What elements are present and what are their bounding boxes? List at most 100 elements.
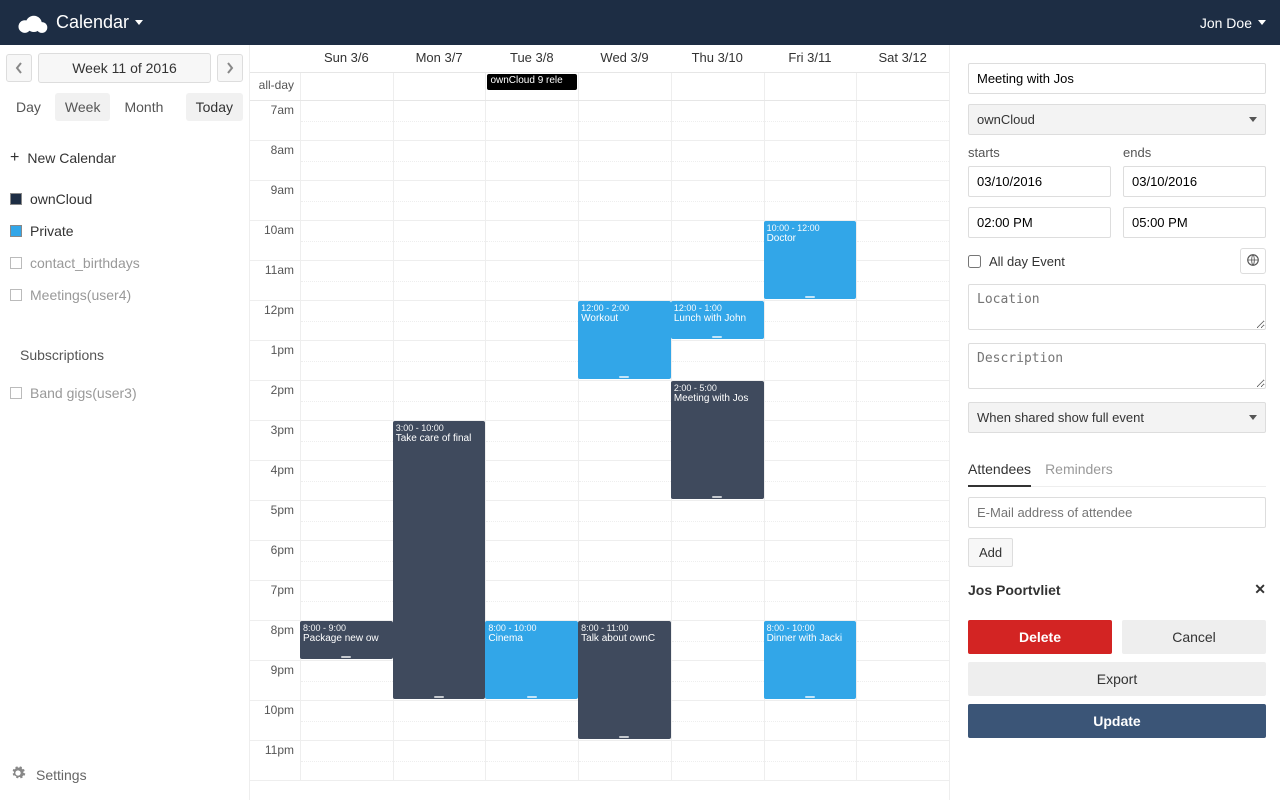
calendar-scroll[interactable]: 7am8am9am10am11am12pm1pm2pm3pm4pm5pm6pm7… (250, 101, 949, 781)
time-cell[interactable] (856, 101, 949, 140)
time-cell[interactable] (578, 421, 671, 460)
next-week-button[interactable] (217, 54, 243, 82)
new-calendar-button[interactable]: + New Calendar (6, 141, 243, 175)
calendar-event[interactable]: 3:00 - 10:00Take care of final (393, 421, 486, 699)
time-cell[interactable] (671, 621, 764, 660)
time-cell[interactable] (393, 181, 486, 220)
view-month[interactable]: Month (114, 93, 173, 121)
time-cell[interactable] (393, 221, 486, 260)
allday-cell[interactable] (393, 73, 486, 100)
time-cell[interactable] (764, 741, 857, 780)
time-cell[interactable] (764, 461, 857, 500)
delete-button[interactable]: Delete (968, 620, 1112, 654)
resize-handle[interactable] (619, 376, 629, 378)
time-cell[interactable] (856, 461, 949, 500)
calendar-event[interactable]: 10:00 - 12:00Doctor (764, 221, 857, 299)
time-cell[interactable] (578, 581, 671, 620)
time-cell[interactable] (671, 101, 764, 140)
allday-cell[interactable] (764, 73, 857, 100)
calendar-select[interactable]: ownCloud (968, 104, 1266, 135)
time-cell[interactable] (671, 741, 764, 780)
allday-cell[interactable] (856, 73, 949, 100)
time-cell[interactable] (856, 141, 949, 180)
time-cell[interactable] (671, 541, 764, 580)
allday-cell[interactable] (300, 73, 393, 100)
time-cell[interactable] (393, 701, 486, 740)
tab-attendees[interactable]: Attendees (968, 457, 1031, 487)
week-label[interactable]: Week 11 of 2016 (38, 53, 211, 83)
end-date-input[interactable] (1123, 166, 1266, 197)
time-cell[interactable] (300, 261, 393, 300)
time-cell[interactable] (671, 261, 764, 300)
time-cell[interactable] (578, 381, 671, 420)
resize-handle[interactable] (712, 496, 722, 498)
calendar-item[interactable]: ownCloud (6, 183, 243, 215)
owncloud-logo-icon[interactable] (14, 8, 50, 38)
resize-handle[interactable] (527, 696, 537, 698)
time-cell[interactable] (485, 341, 578, 380)
time-cell[interactable] (485, 541, 578, 580)
time-cell[interactable] (764, 701, 857, 740)
time-cell[interactable] (764, 181, 857, 220)
calendar-item[interactable]: Meetings(user4) (6, 279, 243, 311)
time-cell[interactable] (300, 741, 393, 780)
time-cell[interactable] (764, 501, 857, 540)
user-menu[interactable]: Jon Doe (1200, 15, 1266, 31)
event-title-input[interactable] (968, 63, 1266, 94)
time-cell[interactable] (764, 381, 857, 420)
time-cell[interactable] (393, 741, 486, 780)
time-cell[interactable] (300, 421, 393, 460)
calendar-event[interactable]: 8:00 - 9:00Package new ow (300, 621, 393, 659)
time-cell[interactable] (300, 501, 393, 540)
time-cell[interactable] (485, 461, 578, 500)
visibility-button[interactable] (1240, 248, 1266, 274)
time-cell[interactable] (393, 261, 486, 300)
allday-cell[interactable] (671, 73, 764, 100)
allday-cell[interactable]: ownCloud 9 rele (485, 73, 578, 100)
time-cell[interactable] (300, 661, 393, 700)
time-cell[interactable] (578, 141, 671, 180)
time-cell[interactable] (393, 341, 486, 380)
time-cell[interactable] (856, 701, 949, 740)
time-cell[interactable] (485, 741, 578, 780)
time-cell[interactable] (856, 661, 949, 700)
time-cell[interactable] (485, 301, 578, 340)
time-cell[interactable] (856, 501, 949, 540)
time-cell[interactable] (671, 341, 764, 380)
time-cell[interactable] (671, 701, 764, 740)
time-cell[interactable] (578, 501, 671, 540)
time-cell[interactable] (578, 541, 671, 580)
resize-handle[interactable] (434, 696, 444, 698)
time-cell[interactable] (764, 141, 857, 180)
time-cell[interactable] (764, 421, 857, 460)
time-cell[interactable] (856, 381, 949, 420)
time-cell[interactable] (856, 181, 949, 220)
time-cell[interactable] (578, 461, 671, 500)
share-visibility-select[interactable]: When shared show full event (968, 402, 1266, 433)
export-button[interactable]: Export (968, 662, 1266, 696)
time-cell[interactable] (856, 581, 949, 620)
time-cell[interactable] (671, 221, 764, 260)
calendar-event[interactable]: 8:00 - 10:00Cinema (485, 621, 578, 699)
time-cell[interactable] (671, 581, 764, 620)
end-time-input[interactable] (1123, 207, 1266, 238)
start-date-input[interactable] (968, 166, 1111, 197)
time-cell[interactable] (485, 701, 578, 740)
time-cell[interactable] (764, 341, 857, 380)
time-cell[interactable] (671, 661, 764, 700)
time-cell[interactable] (671, 501, 764, 540)
time-cell[interactable] (764, 101, 857, 140)
time-cell[interactable] (393, 381, 486, 420)
time-cell[interactable] (856, 621, 949, 660)
time-cell[interactable] (300, 101, 393, 140)
time-cell[interactable] (300, 221, 393, 260)
time-cell[interactable] (485, 101, 578, 140)
resize-handle[interactable] (712, 336, 722, 338)
time-cell[interactable] (856, 741, 949, 780)
time-cell[interactable] (764, 581, 857, 620)
time-cell[interactable] (393, 301, 486, 340)
calendar-item[interactable]: contact_birthdays (6, 247, 243, 279)
time-cell[interactable] (578, 101, 671, 140)
resize-handle[interactable] (805, 296, 815, 298)
time-cell[interactable] (485, 221, 578, 260)
